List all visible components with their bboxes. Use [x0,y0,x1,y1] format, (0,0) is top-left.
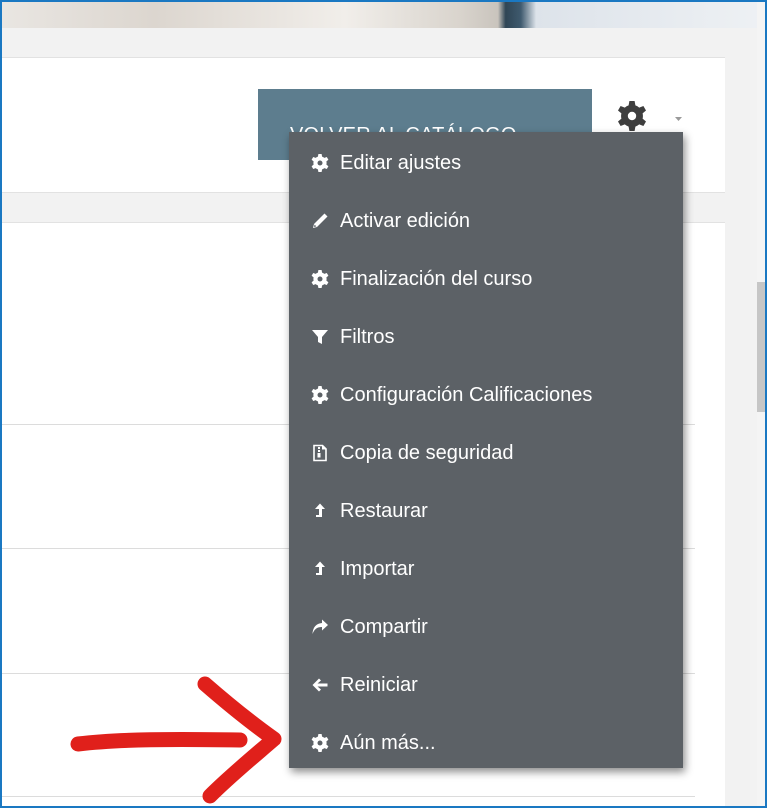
menu-item-finalizacion-del-curso[interactable]: Finalización del curso [289,250,683,308]
menu-item-label: Configuración Calificaciones [340,383,593,406]
menu-item-label: Copia de seguridad [340,441,514,464]
settings-dropdown-menu: Editar ajustes Activar edición Finalizac… [289,132,683,768]
arrow-left-icon [311,676,329,694]
menu-item-editar-ajustes[interactable]: Editar ajustes [289,134,683,192]
red-arrow-annotation-icon [70,676,282,804]
menu-item-label: Importar [340,557,415,580]
menu-item-compartir[interactable]: Compartir [289,598,683,656]
page-scrollbar-thumb[interactable] [757,282,765,412]
menu-item-label: Reiniciar [340,673,418,696]
menu-item-activar-edicion[interactable]: Activar edición [289,192,683,250]
menu-item-filtros[interactable]: Filtros [289,308,683,366]
gear-icon [311,734,329,752]
menu-item-label: Activar edición [340,209,471,232]
gear-icon [311,270,329,288]
menu-item-restaurar[interactable]: Restaurar [289,482,683,540]
menu-item-copia-de-seguridad[interactable]: Copia de seguridad [289,424,683,482]
level-up-icon [311,502,329,520]
settings-menu-toggle[interactable] [612,98,694,134]
share-icon [311,618,329,636]
caret-down-icon [675,117,682,121]
filter-icon [311,328,329,346]
gear-icon [311,386,329,404]
gear-icon [618,101,646,131]
menu-item-aun-mas[interactable]: Aún más... [289,714,683,772]
course-banner-image [2,2,765,28]
menu-item-label: Editar ajustes [340,151,462,174]
level-up-icon [311,560,329,578]
menu-item-reiniciar[interactable]: Reiniciar [289,656,683,714]
file-archive-icon [311,444,329,462]
menu-item-label: Filtros [340,325,395,348]
menu-item-label: Aún más... [340,731,436,754]
menu-item-configuracion-calificaciones[interactable]: Configuración Calificaciones [289,366,683,424]
menu-item-label: Compartir [340,615,428,638]
pencil-icon [311,212,329,230]
menu-item-label: Finalización del curso [340,267,533,290]
menu-item-label: Restaurar [340,499,428,522]
gear-icon [311,154,329,172]
menu-item-importar[interactable]: Importar [289,540,683,598]
